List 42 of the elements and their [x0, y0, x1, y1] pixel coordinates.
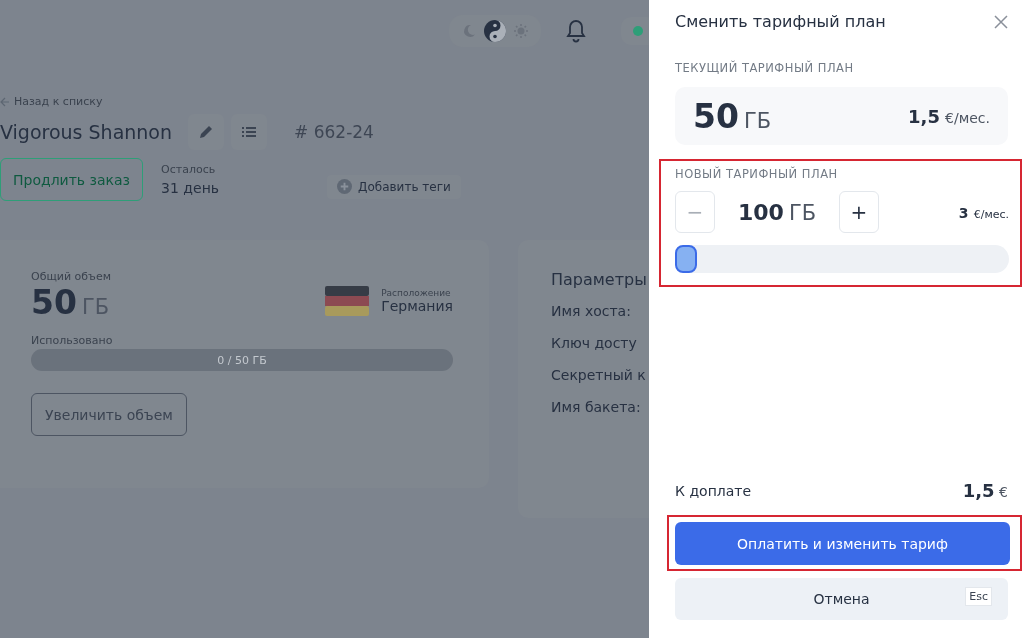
location-value: Германия: [381, 298, 453, 314]
pay-and-change-button[interactable]: Оплатить и изменить тариф: [675, 522, 1010, 565]
order-title: Vigorous Shannon: [0, 121, 173, 143]
current-plan-price: 1,5 €/мес.: [908, 105, 990, 127]
parameters-title: Параметры: [551, 270, 648, 289]
list-icon: [241, 124, 258, 140]
yin-yang-icon[interactable]: [483, 19, 507, 43]
new-plan-volume: 100 ГБ: [736, 199, 818, 225]
plus-circle-icon: [337, 179, 353, 194]
location-label: Расположение: [381, 288, 452, 298]
esc-key-hint: Esc: [965, 587, 992, 606]
parameter-label: Имя бакета:: [551, 399, 642, 415]
remaining-label: Осталось: [161, 163, 217, 176]
flag-icon: [325, 286, 370, 316]
increase-button[interactable]: +: [839, 191, 879, 233]
current-plan-volume: 50 ГБ: [693, 96, 772, 136]
increase-volume-button[interactable]: Увеличить объем: [31, 393, 187, 436]
order-number: # 662-24: [294, 122, 374, 142]
arrow-left-icon: [0, 96, 10, 107]
usage-reading: 0 / 50 ГБ: [217, 353, 267, 367]
due-label: К доплате: [675, 482, 752, 499]
status-dot: [633, 26, 643, 36]
close-icon[interactable]: [994, 14, 1008, 29]
due-amount: 1,5 €: [962, 480, 1008, 501]
extend-order-button[interactable]: Продлить заказ: [0, 158, 144, 201]
used-label: Использовано: [31, 334, 114, 347]
remaining-value: 31 день: [161, 180, 220, 196]
current-plan-label: ТЕКУЩИЙ ТАРИФНЫЙ ПЛАН: [675, 61, 855, 75]
back-link[interactable]: Назад к списку: [0, 95, 649, 108]
parameter-label: Имя хоста:: [551, 303, 632, 319]
plan-slider[interactable]: [675, 245, 1009, 273]
new-plan-label: НОВЫЙ ТАРИФНЫЙ ПЛАН: [675, 167, 839, 181]
new-plan-price: 3 €/мес.: [958, 203, 1009, 222]
slider-handle[interactable]: [675, 245, 697, 273]
cancel-button[interactable]: Отмена Esc: [675, 578, 1008, 620]
decrease-button[interactable]: −: [675, 191, 715, 233]
pencil-icon: [198, 124, 215, 140]
bell-icon[interactable]: [565, 19, 587, 43]
parameter-label: Секретный к: [551, 367, 647, 383]
total-label: Общий объем: [31, 270, 111, 283]
parameter-label: Ключ досту: [551, 335, 638, 351]
panel-title: Сменить тарифный план: [675, 12, 886, 31]
